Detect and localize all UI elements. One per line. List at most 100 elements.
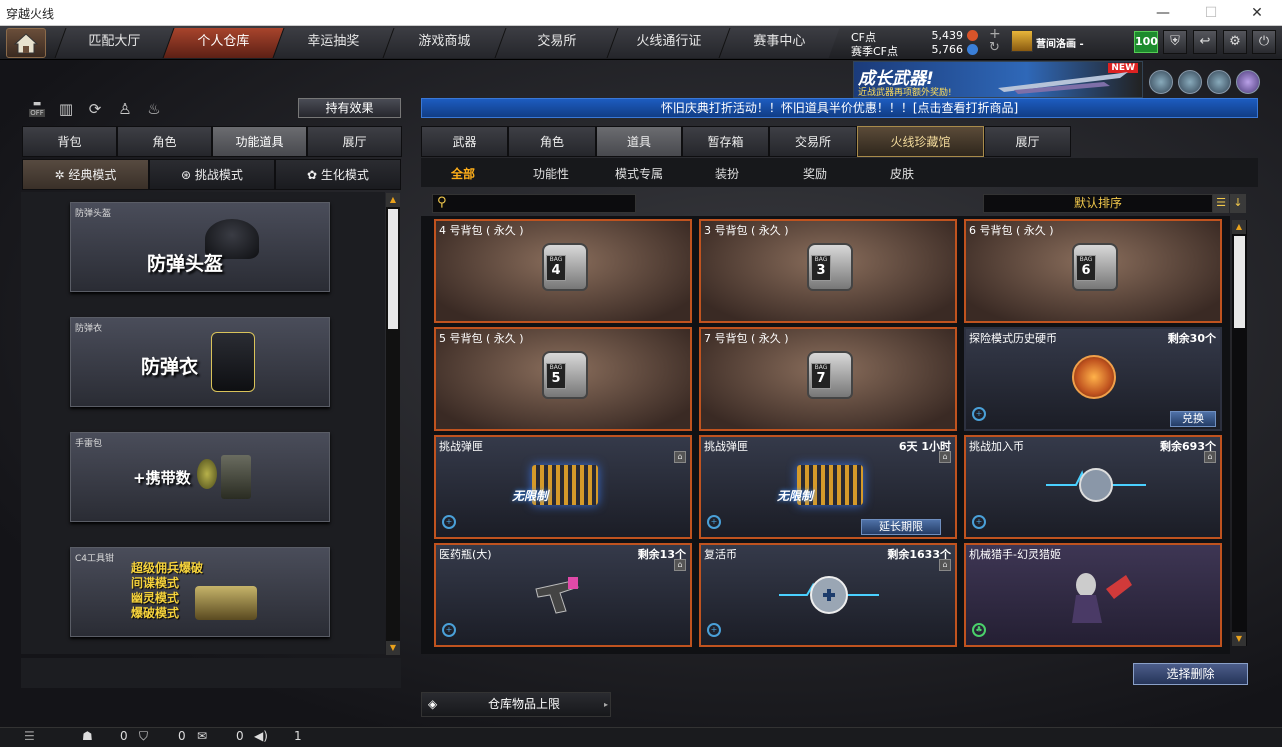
item-card[interactable]: 探险模式历史硬币 剩余30个 + 兑换 [964,327,1222,431]
item-card[interactable]: 机械猎手-幻灵猎姬 ♣ [964,543,1222,647]
close-button[interactable]: ✕ [1234,0,1280,26]
capacity-button[interactable]: ◈ 仓库物品上限 ▸ [421,692,611,717]
right-tab[interactable]: 道具 [596,126,682,157]
bag-button[interactable]: ♨ [143,100,165,120]
right-tab[interactable]: 暂存箱 [682,126,769,157]
vest-card[interactable]: 防弹衣 防弹衣 [70,317,330,407]
item-action-button[interactable]: 兑换 [1170,411,1216,427]
trash-lock-icon[interactable]: ⌂ [939,451,951,463]
usage-icon: + [442,515,456,529]
card-caption: 手雷包 [75,439,103,449]
toggle-icon: ▬ [32,99,42,109]
grenade-pouch-card[interactable]: 手雷包 +携带数 [70,432,330,522]
left-tab[interactable]: 背包 [22,126,117,157]
home-icon [13,33,39,54]
effects-toggle[interactable]: ▬ OFF [26,100,48,120]
nav-tab[interactable]: 火线通行证 [606,28,730,58]
search-field[interactable]: ⚲ [432,194,636,213]
helmet-card[interactable]: 防弹头盔 防弹头盔 [70,202,330,292]
nav-tab[interactable]: 游戏商城 [382,28,506,58]
nav-tab[interactable]: 交易所 [494,28,618,58]
sub-tab[interactable]: 奖励 [803,165,827,182]
user-avatar[interactable] [1011,30,1033,52]
list-view-icon[interactable]: ☰ [1213,194,1229,213]
shield-status-icon[interactable]: ⛉ [139,729,148,744]
medal-icon-2[interactable] [1178,70,1202,94]
right-tab[interactable]: 交易所 [769,126,857,157]
character-pose-button[interactable]: ♙ [114,100,136,120]
scroll-down-icon[interactable]: ▼ [386,641,400,655]
right-tab[interactable]: 武器 [421,126,508,157]
promo-banner[interactable]: 成长武器! 近战武器再项额外奖励! NEW [853,61,1143,98]
right-tab[interactable]: 火线珍藏馆 [857,126,984,157]
nav-tab[interactable]: 匹配大厅 [54,28,174,58]
c4-tool-card[interactable]: C4工具钳 超级佣兵爆破 间谍模式 幽灵模式 爆破模式 [70,547,330,637]
scroll-thumb[interactable] [1234,236,1245,328]
medal-icon-4[interactable] [1236,70,1260,94]
trash-lock-icon[interactable]: ⌂ [674,451,686,463]
left-tab[interactable]: 角色 [117,126,212,157]
trash-lock-icon[interactable]: ⌂ [939,559,951,571]
item-card[interactable]: 挑战弹匣 无限制 + ⌂ [434,435,692,539]
mode-tab[interactable]: ✿ 生化模式 [275,159,401,190]
right-tab[interactable]: 角色 [508,126,596,157]
left-tab[interactable]: 展厅 [307,126,402,157]
card-title: +携带数 [133,469,191,487]
sort-dropdown[interactable]: 默认排序 [983,194,1213,213]
scroll-thumb[interactable] [388,209,398,329]
item-card[interactable]: 5 号背包 ( 永久 ) BAG 5 [434,327,692,431]
volume-icon[interactable]: ◀) [254,729,268,743]
pulse-icon [1046,463,1146,507]
sub-tab[interactable]: 全部 [451,165,475,182]
caret-right-icon: ▸ [604,700,609,709]
sub-tab[interactable]: 装扮 [715,165,739,182]
stats-button[interactable]: ▥ [55,100,77,120]
shield-menu-button[interactable]: ⛨ [1163,30,1187,54]
discount-notice[interactable]: 怀旧庆典打折活动！！怀旧道具半价优惠！！！[点击查看打折商品] [421,98,1258,118]
item-card[interactable]: 7 号背包 ( 永久 ) BAG 7 [699,327,957,431]
item-card[interactable]: 挑战弹匣 6天 1小时 无限制 + ⌂ 延长期限 [699,435,957,539]
trash-lock-icon[interactable]: ⌂ [1204,451,1216,463]
sort-direction-icon[interactable]: ↓ [1230,194,1246,213]
trash-lock-icon[interactable]: ⌂ [674,559,686,571]
power-button[interactable]: ⏻ [1252,30,1276,54]
left-tab[interactable]: 功能道具 [212,126,307,157]
scroll-down-icon[interactable]: ▼ [1232,632,1246,646]
holding-effects-button[interactable]: 持有效果 [298,98,401,118]
item-card[interactable]: 6 号背包 ( 永久 ) BAG 6 [964,219,1222,323]
sub-tab[interactable]: 模式专属 [615,165,663,182]
settings-button[interactable]: ⚙ [1223,30,1247,54]
scroll-up-icon[interactable]: ▲ [386,193,400,207]
nav-tab[interactable]: 个人仓库 [162,28,284,58]
item-card[interactable]: 复活币 剩余1633个 + ⌂ [699,543,957,647]
search-input[interactable] [455,196,631,211]
sub-tab[interactable]: 功能性 [533,165,569,182]
refresh-icon[interactable]: ↻ [989,40,1000,55]
item-action-button[interactable]: 延长期限 [861,519,941,535]
minimize-button[interactable]: — [1140,0,1186,26]
select-delete-button[interactable]: 选择删除 [1133,663,1248,685]
item-card[interactable]: 挑战加入币 剩余693个 + ⌂ [964,435,1222,539]
left-scrollbar[interactable]: ▲ ▼ [386,193,400,655]
refresh-loadout-button[interactable]: ⟳ [84,100,106,120]
nav-tab[interactable]: 赛事中心 [718,28,840,58]
sub-tab[interactable]: 皮肤 [890,165,914,182]
level-badge[interactable]: 100 [1134,31,1158,53]
chat-icon[interactable]: ✉ [197,729,207,743]
item-card[interactable]: 医药瓶(大) 剩余13个 + ⌂ [434,543,692,647]
return-button[interactable]: ↩ [1193,30,1217,54]
item-card[interactable]: 4 号背包 ( 永久 ) BAG 4 [434,219,692,323]
right-tab[interactable]: 展厅 [984,126,1071,157]
scroll-up-icon[interactable]: ▲ [1232,220,1246,234]
nav-tab[interactable]: 幸运抽奖 [272,28,394,58]
mode-tab[interactable]: ⊛ 挑战模式 [149,159,275,190]
right-scrollbar[interactable]: ▲ ▼ [1232,220,1247,646]
mode-tab[interactable]: ✲ 经典模式 [22,159,149,190]
item-card[interactable]: 3 号背包 ( 永久 ) BAG 3 [699,219,957,323]
menu-icon[interactable]: ☰ [24,729,35,743]
medal-icon-3[interactable] [1207,70,1231,94]
friends-icon[interactable]: ☗ [82,729,93,743]
medal-icon-1[interactable] [1149,70,1173,94]
home-button[interactable] [6,28,46,58]
maximize-button[interactable]: ☐ [1188,0,1234,26]
